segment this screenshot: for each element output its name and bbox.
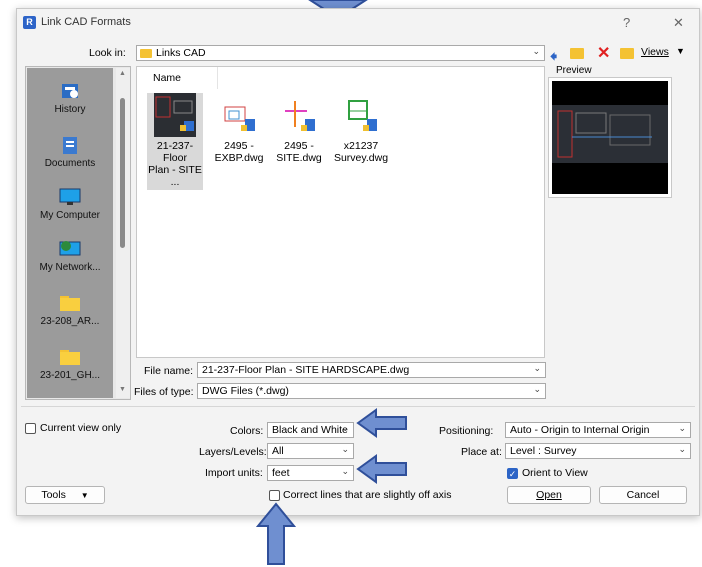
views-menu[interactable]: Views (641, 46, 669, 58)
dwg-thumbnail (154, 93, 196, 137)
help-button[interactable]: ? (623, 15, 630, 30)
scroll-thumb[interactable] (120, 98, 125, 248)
dwg-thumbnail (217, 93, 261, 137)
filetype-label: Files of type: (134, 386, 194, 398)
folder-icon (59, 348, 81, 366)
chevron-down-icon: ⌄ (678, 444, 686, 454)
folder-icon (59, 294, 81, 312)
history-icon (59, 82, 81, 100)
chevron-down-icon: ⌄ (341, 444, 349, 454)
chevron-down-icon: ⌄ (533, 363, 541, 373)
colors-label: Colors: (230, 425, 264, 437)
file-item[interactable]: 2495 - SITE.dwg (267, 93, 331, 164)
dwg-thumbnail (277, 93, 321, 137)
filetype-combo[interactable]: DWG Files (*.dwg) ⌄ (197, 383, 546, 399)
layers-combo[interactable]: All ⌄ (267, 443, 354, 459)
correct-lines-label: Correct lines that are slightly off axis (283, 489, 452, 501)
dropdown-icon: ▼ (80, 491, 89, 500)
positioning-label: Positioning: (439, 425, 494, 437)
filename-combo[interactable]: 21-237-Floor Plan - SITE HARDSCAPE.dwg ⌄ (197, 362, 546, 378)
places-sidebar: History Documents My Computer My Network… (25, 66, 131, 400)
link-cad-dialog: R Link CAD Formats ? ✕ Look in: Links CA… (16, 8, 700, 516)
computer-icon (59, 188, 81, 206)
up-arrow-annotation (256, 502, 296, 565)
preview-image (552, 81, 668, 194)
divider (21, 406, 695, 407)
views-dropdown-icon[interactable]: ▼ (676, 46, 685, 56)
revit-app-icon: R (23, 16, 36, 29)
place-folder-23-208[interactable]: 23-208_AR... (27, 294, 113, 327)
title-bar: R Link CAD Formats ? ✕ (17, 9, 699, 37)
chevron-down-icon: ⌄ (341, 466, 349, 476)
window-title: Link CAD Formats (41, 16, 131, 28)
preview-label: Preview (556, 65, 592, 76)
lookin-combo[interactable]: Links CAD ⌄ (136, 45, 545, 61)
folder-icon (140, 49, 152, 58)
chevron-down-icon: ⌄ (341, 423, 349, 433)
file-list: Name 21-237-Floor Plan - SITE ... 2495 -… (136, 66, 545, 358)
cancel-button[interactable]: Cancel (599, 486, 687, 504)
dwg-thumbnail (339, 93, 383, 137)
file-item[interactable]: 2495 - EXBP.dwg (207, 93, 271, 164)
place-documents[interactable]: Documents (27, 136, 113, 169)
positioning-combo[interactable]: Auto - Origin to Internal Origin ⌄ (505, 422, 691, 438)
correct-lines-checkbox[interactable] (269, 490, 280, 501)
new-folder-icon[interactable] (620, 48, 634, 59)
filename-label: File name: (144, 365, 194, 377)
lookin-label: Look in: (89, 47, 126, 59)
preview-pane (548, 77, 672, 198)
place-folder-23-201[interactable]: 23-201_GH... (27, 348, 113, 381)
left-arrow-annotation (356, 408, 407, 438)
close-button[interactable]: ✕ (673, 15, 684, 31)
units-label: Import units: (205, 467, 263, 479)
layers-label: Layers/Levels: (199, 446, 267, 458)
chevron-down-icon: ⌄ (532, 46, 540, 56)
delete-icon[interactable]: ✕ (597, 43, 610, 63)
column-header-name[interactable]: Name (137, 67, 218, 89)
documents-icon (59, 136, 81, 154)
chevron-down-icon: ⌄ (533, 384, 541, 394)
tools-button[interactable]: Tools ▼ (25, 486, 105, 504)
file-item[interactable]: x21237 Survey.dwg (329, 93, 393, 164)
current-view-label: Current view only (40, 422, 122, 434)
place-history[interactable]: History (27, 82, 113, 115)
up-folder-icon[interactable] (570, 48, 584, 59)
current-view-checkbox[interactable] (25, 423, 36, 434)
place-my-network[interactable]: My Network... (27, 240, 113, 273)
open-button[interactable]: Open (507, 486, 591, 504)
places-strip: History Documents My Computer My Network… (27, 68, 113, 398)
orient-to-view-checkbox[interactable]: ✓ (507, 468, 518, 479)
units-combo[interactable]: feet ⌄ (267, 465, 354, 481)
colors-combo[interactable]: Black and White ⌄ (267, 422, 354, 438)
left-arrow-annotation (356, 454, 407, 484)
place-my-computer[interactable]: My Computer (27, 188, 113, 221)
placeat-label: Place at: (461, 446, 502, 458)
places-scrollbar[interactable]: ▲ ▼ (116, 68, 130, 398)
orient-to-view-label: Orient to View (522, 467, 588, 479)
scroll-up-icon[interactable]: ▲ (119, 70, 126, 77)
scroll-down-icon[interactable]: ▼ (119, 386, 126, 393)
file-item-selected[interactable]: 21-237-Floor Plan - SITE ... (147, 93, 203, 190)
placeat-combo[interactable]: Level : Survey ⌄ (505, 443, 691, 459)
chevron-down-icon: ⌄ (678, 423, 686, 433)
network-icon (59, 240, 81, 258)
